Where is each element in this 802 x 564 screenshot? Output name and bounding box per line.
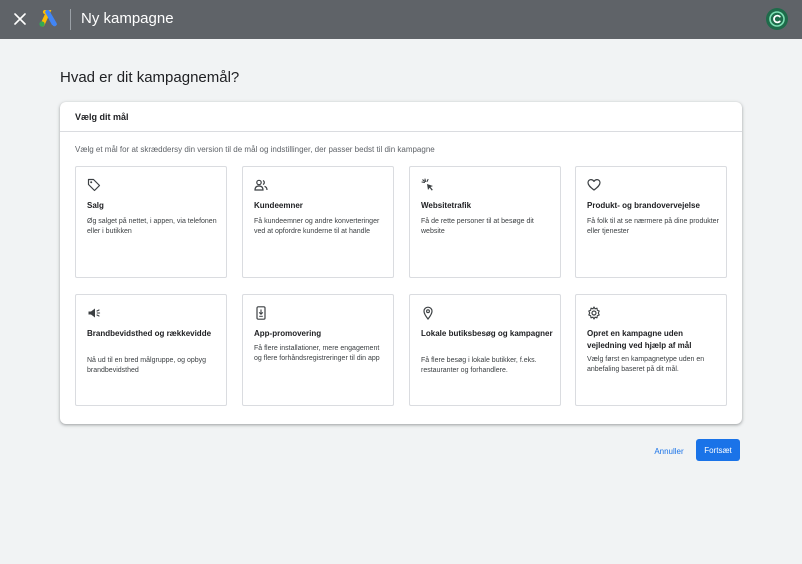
top-app-bar: Ny kampagne: [0, 0, 802, 39]
goal-card-title: Produkt- og brandovervejelse: [587, 201, 700, 210]
account-avatar-icon: [769, 11, 785, 27]
panel-title: Vælg dit mål: [75, 112, 129, 122]
location-pin-icon: [423, 306, 433, 320]
heart-icon: [587, 179, 601, 191]
people-icon: [254, 179, 268, 191]
header-divider: [70, 9, 71, 30]
goal-card-kundeemner[interactable]: Kundeemner Få kundeemner og andre konver…: [242, 166, 394, 278]
goal-card-websitetrafik[interactable]: Websitetrafik Få de rette personer til a…: [409, 166, 561, 278]
goal-card-title: Websitetrafik: [421, 201, 472, 210]
tag-icon: [87, 178, 101, 192]
phone-download-icon: [256, 306, 266, 320]
goal-card-brandbevidsthed[interactable]: Brandbevidsthed og rækkevidde Nå ud til …: [75, 294, 227, 406]
goal-card-description: Få folk til at se nærmere på dine produk…: [587, 218, 719, 235]
goal-card-description: Få flere besøg i lokale butikker, f.eks.…: [421, 357, 537, 374]
close-button[interactable]: [10, 9, 30, 29]
gear-icon: [588, 306, 600, 320]
goal-card-title: Lokale butiksbesøg og kampagner: [421, 329, 553, 338]
page-heading: Hvad er dit kampagnemål?: [60, 69, 240, 86]
goal-card-description: Nå ud til en bred målgruppe, og opbyg br…: [87, 357, 207, 374]
megaphone-icon: [88, 308, 101, 318]
close-icon: [14, 13, 26, 25]
goal-card-salg[interactable]: Salg Øg salget på nettet, i appen, via t…: [75, 166, 227, 278]
goal-card-description: Få de rette personer til at besøge dit w…: [421, 218, 534, 235]
goal-card-uden-vejledning[interactable]: Opret en kampagne uden vejledning ved hj…: [575, 294, 727, 406]
goal-card-title: Opret en kampagne uden vejledning ved hj…: [587, 329, 692, 350]
account-avatar[interactable]: [766, 8, 788, 30]
goal-panel: Vælg dit mål Vælg et mål for at skrædder…: [60, 102, 742, 424]
goal-card-title: App-promovering: [254, 329, 322, 338]
goal-card-produkt-og-brandovervejelse[interactable]: Produkt- og brandovervejelse Få folk til…: [575, 166, 727, 278]
cancel-button[interactable]: Annuller: [648, 441, 690, 461]
continue-button[interactable]: Fortsæt: [696, 439, 740, 461]
goal-card-title: Kundeemner: [254, 201, 303, 210]
goal-card-title: Brandbevidsthed og rækkevidde: [87, 329, 212, 338]
goal-card-description: Vælg først en kampagnetype uden en anbef…: [587, 356, 705, 373]
goal-card-title: Salg: [87, 201, 104, 210]
goal-card-app-promovering[interactable]: App-promovering Få flere installationer,…: [242, 294, 394, 406]
goal-card-description: Øg salget på nettet, i appen, via telefo…: [87, 218, 217, 235]
cursor-click-icon: [421, 178, 433, 191]
page-title: Ny kampagne: [81, 10, 174, 27]
google-ads-logo: [39, 10, 57, 27]
panel-header: Vælg dit mål: [60, 102, 742, 132]
panel-description: Vælg et mål for at skræddersy din versio…: [75, 145, 435, 154]
goal-card-description: Få flere installationer, mere engagement…: [254, 345, 380, 362]
goal-card-lokale-butiksbesog[interactable]: Lokale butiksbesøg og kampagner Få flere…: [409, 294, 561, 406]
goal-card-description: Få kundeemner og andre konverteringer ve…: [254, 218, 380, 235]
